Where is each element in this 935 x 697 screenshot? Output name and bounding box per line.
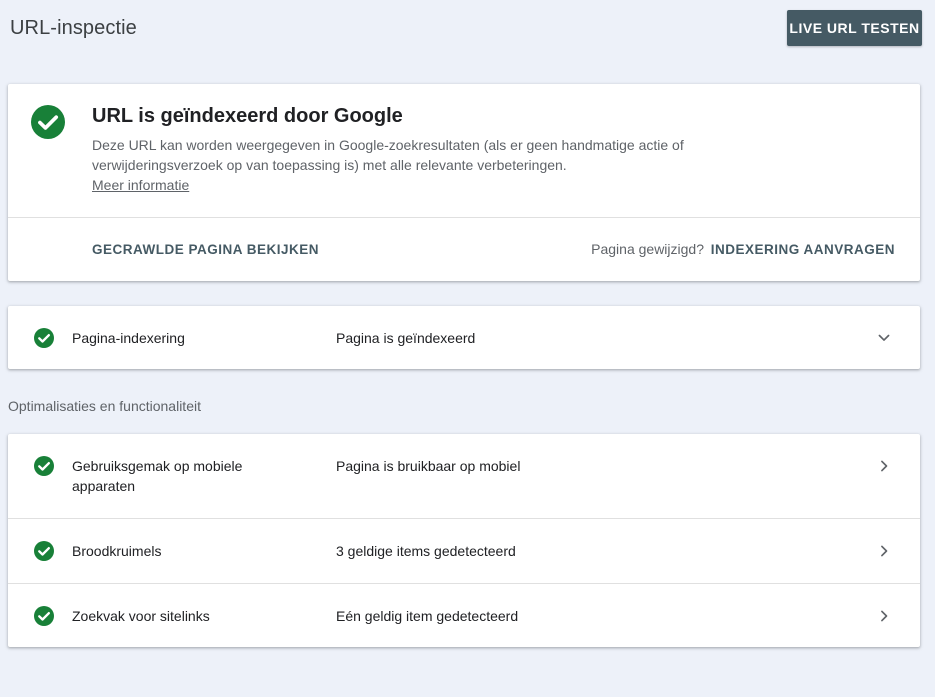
- check-circle-icon: [34, 456, 54, 476]
- chevron-right-icon[interactable]: [874, 606, 894, 626]
- view-crawled-page-button[interactable]: GECRAWLDE PAGINA BEKIJKEN: [92, 242, 319, 257]
- row-value: Eén geldig item gedetecteerd: [336, 608, 519, 624]
- list-item[interactable]: Gebruiksgemak op mobiele apparaten Pagin…: [8, 434, 920, 518]
- list-item[interactable]: Broodkruimels 3 geldige items gedetectee…: [8, 519, 920, 583]
- page-title: URL-inspectie: [10, 17, 137, 39]
- live-url-test-button[interactable]: LIVE URL TESTEN: [787, 10, 922, 46]
- status-heading: URL is geïndexeerd door Google: [92, 105, 403, 127]
- divider: [8, 217, 920, 218]
- row-value: Pagina is bruikbaar op mobiel: [336, 458, 521, 474]
- row-label: Broodkruimels: [72, 543, 162, 559]
- chevron-down-icon[interactable]: [874, 328, 894, 348]
- row-label: Gebruiksgemak op mobiele apparaten: [72, 458, 243, 494]
- row-label: Zoekvak voor sitelinks: [72, 608, 210, 624]
- enhancements-card: Gebruiksgemak op mobiele apparaten Pagin…: [8, 434, 920, 647]
- check-circle-icon: [31, 105, 65, 139]
- more-info-link[interactable]: Meer informatie: [92, 175, 189, 195]
- request-indexing-button[interactable]: INDEXERING AANVRAGEN: [711, 242, 895, 257]
- check-circle-icon: [34, 328, 54, 348]
- chevron-right-icon[interactable]: [874, 456, 894, 476]
- section-title: Optimalisaties en functionaliteit: [8, 398, 201, 414]
- page-indexing-row[interactable]: Pagina-indexering Pagina is geïndexeerd: [8, 306, 920, 369]
- check-circle-icon: [34, 606, 54, 626]
- row-value: 3 geldige items gedetecteerd: [336, 543, 516, 559]
- check-circle-icon: [34, 541, 54, 561]
- row-label: Pagina-indexering: [72, 330, 185, 346]
- url-inspection-page: URL-inspectie LIVE URL TESTEN URL is geï…: [0, 0, 935, 697]
- chevron-right-icon[interactable]: [874, 541, 894, 561]
- index-status-card: URL is geïndexeerd door Google Deze URL …: [8, 84, 920, 281]
- page-changed-text: Pagina gewijzigd?: [591, 241, 704, 257]
- row-value: Pagina is geïndexeerd: [336, 330, 476, 346]
- status-description: Deze URL kan worden weergegeven in Googl…: [92, 137, 684, 173]
- page-indexing-card[interactable]: Pagina-indexering Pagina is geïndexeerd: [8, 306, 920, 369]
- list-item[interactable]: Zoekvak voor sitelinks Eén geldig item g…: [8, 584, 920, 647]
